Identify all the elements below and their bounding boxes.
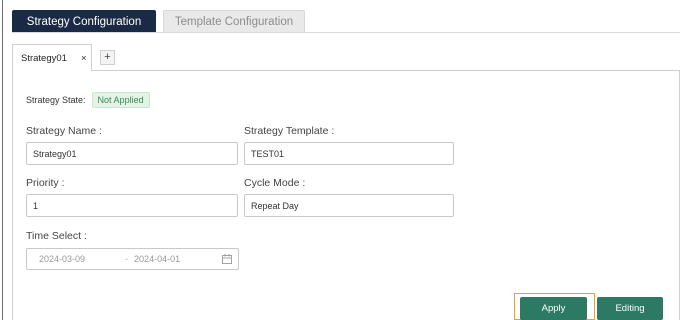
end-date[interactable]: 2024-04-01 (134, 254, 180, 264)
strategy-state-label: Strategy State: (26, 95, 86, 105)
strategy-tab[interactable]: Strategy01 × (12, 44, 92, 71)
tab-template-configuration[interactable]: Template Configuration (163, 10, 305, 33)
start-date[interactable]: 2024-03-09 (39, 254, 85, 264)
cycle-mode-label: Cycle Mode : (244, 177, 306, 189)
strategy-template-label: Strategy Template : (244, 125, 335, 137)
cycle-mode-select[interactable]: Repeat Day (244, 194, 454, 217)
date-separator: - (125, 254, 129, 264)
status-badge: Not Applied (91, 92, 150, 108)
apply-button[interactable]: Apply (520, 297, 587, 320)
top-tab-bar: Strategy Configuration Template Configur… (12, 10, 305, 33)
strategy-state-row: Strategy State: Not Applied (26, 92, 150, 108)
strategy-tab-label: Strategy01 (21, 52, 67, 64)
date-range-picker[interactable]: 2024-03-09 - 2024-04-01 (26, 248, 239, 270)
priority-label: Priority : (26, 177, 65, 189)
time-select-label: Time Select : (26, 230, 87, 242)
close-icon[interactable]: × (81, 53, 87, 64)
tab-strategy-configuration[interactable]: Strategy Configuration (12, 10, 156, 33)
add-tab-button[interactable]: + (100, 50, 115, 65)
calendar-icon[interactable] (222, 254, 232, 264)
priority-input[interactable]: 1 (26, 194, 238, 217)
editing-button[interactable]: Editing (597, 297, 663, 320)
strategy-name-label: Strategy Name : (26, 125, 102, 137)
tab-bar-divider (12, 32, 680, 33)
strategy-name-input[interactable]: Strategy01 (26, 142, 238, 165)
strategy-template-input[interactable]: TEST01 (244, 142, 454, 165)
